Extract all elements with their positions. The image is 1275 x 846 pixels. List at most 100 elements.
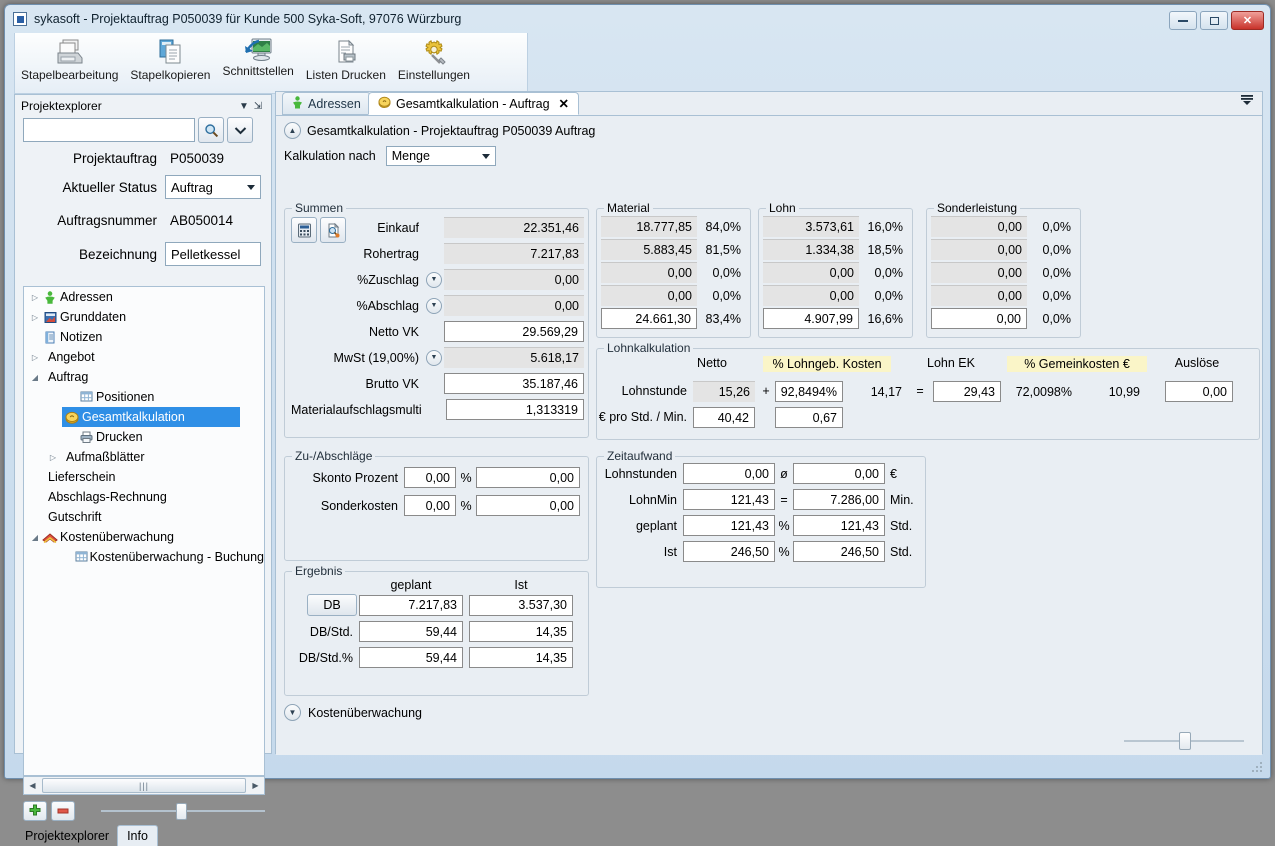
tab-adressen[interactable]: Adressen xyxy=(282,92,371,115)
lohngeb-pct-input[interactable]: 92,8494% xyxy=(775,381,843,402)
zuabschlaege-caption: Zu-/Abschläge xyxy=(292,449,375,463)
zuabschlaege-value-input[interactable]: 0,00 xyxy=(476,467,580,488)
twisty-collapsed-icon[interactable]: ▷ xyxy=(28,313,42,322)
canvas-zoom-slider[interactable] xyxy=(1124,731,1244,751)
cost-percent: 0,0% xyxy=(1030,216,1076,237)
scroll-thumb[interactable]: ||| xyxy=(42,778,246,793)
ergebnis-geplant[interactable]: 59,44 xyxy=(359,647,463,668)
zuabschlaege-percent-input[interactable]: 0,00 xyxy=(404,467,456,488)
ergebnis-geplant[interactable]: 59,44 xyxy=(359,621,463,642)
kostenueberwachung-expander[interactable]: ▼ Kostenüberwachung xyxy=(284,704,422,721)
tree-item-lieferschein[interactable]: Lieferschein xyxy=(24,467,264,487)
lohn-ek-input[interactable]: 29,43 xyxy=(933,381,1001,402)
toolbar-listen-drucken[interactable]: Listen Drucken xyxy=(300,33,392,82)
kalkulation-nach-select[interactable]: Menge xyxy=(386,146,496,166)
lohnstunde-netto: 15,26 xyxy=(693,381,755,402)
ergebnis-ist[interactable]: 3.537,30 xyxy=(469,595,573,616)
tab-gesamtkalkulation[interactable]: Gesamtkalkulation - Auftrag ✕ xyxy=(368,92,579,115)
tree-item-angebot[interactable]: ▷Angebot xyxy=(24,347,264,367)
toolbar-schnittstellen[interactable]: Schnittstellen xyxy=(216,33,299,78)
zuabschlaege-label: Sonderkosten xyxy=(285,499,404,513)
collapse-section-icon[interactable]: ▲ xyxy=(284,122,301,139)
status-select[interactable]: Auftrag xyxy=(165,175,261,199)
resize-grip[interactable] xyxy=(1252,762,1264,774)
zeitaufwand-value-1[interactable]: 121,43 xyxy=(683,515,775,536)
euro-pro-min-value[interactable]: 0,67 xyxy=(775,407,843,428)
slider-knob[interactable] xyxy=(1179,732,1191,750)
toolbar-stapelkopieren[interactable]: Stapelkopieren xyxy=(124,33,216,82)
ausloese-input[interactable]: 0,00 xyxy=(1165,381,1233,402)
tree-item-gesamtkalkulation[interactable]: Gesamtkalkulation xyxy=(62,407,240,427)
ergebnis-ist[interactable]: 14,35 xyxy=(469,647,573,668)
twisty-collapsed-icon[interactable]: ▷ xyxy=(46,453,60,462)
tab-info[interactable]: Info xyxy=(117,825,158,846)
summen-row-value[interactable]: 35.187,46 xyxy=(444,373,584,394)
row-dropdown-icon[interactable]: ▼ xyxy=(424,298,444,314)
zuabschlaege-value-input[interactable]: 0,00 xyxy=(476,495,580,516)
scroll-right-icon[interactable]: ▶ xyxy=(247,781,264,790)
zeitaufwand-value-1[interactable]: 0,00 xyxy=(683,463,775,484)
zuabschlaege-percent-input[interactable]: 0,00 xyxy=(404,495,456,516)
maximize-button[interactable] xyxy=(1200,11,1228,30)
lohnkalkulation-caption: Lohnkalkulation xyxy=(604,341,693,355)
twisty-collapsed-icon[interactable]: ▷ xyxy=(28,293,42,302)
tree-item-notizen[interactable]: Notizen xyxy=(24,327,264,347)
remove-button[interactable] xyxy=(51,801,75,821)
toolbar-stapelbearbeitung[interactable]: Stapelbearbeitung xyxy=(15,33,124,82)
chevron-down-icon[interactable]: ▼ xyxy=(237,101,251,112)
twisty-expanded-icon[interactable]: ◢ xyxy=(28,533,42,542)
db-button[interactable]: DB xyxy=(307,594,357,616)
add-button[interactable] xyxy=(23,801,47,821)
tree-item-aufma-bl-tter[interactable]: ▷Aufmaßblätter xyxy=(24,447,264,467)
tree-item-adressen[interactable]: ▷ Adressen xyxy=(24,287,264,307)
cost-row: 1.334,3818,5% xyxy=(763,239,908,260)
tree-item-gutschrift[interactable]: Gutschrift xyxy=(24,507,264,527)
zeitaufwand-value-2[interactable]: 246,50 xyxy=(793,541,885,562)
tree-item-positionen[interactable]: Positionen xyxy=(24,387,264,407)
tree-item-auftrag[interactable]: ◢Auftrag xyxy=(24,367,264,387)
scroll-left-icon[interactable]: ◀ xyxy=(24,781,41,790)
search-input[interactable] xyxy=(23,118,195,142)
toolbar-einstellungen[interactable]: Einstellungen xyxy=(392,33,476,82)
summen-row-value[interactable]: 1,313319 xyxy=(446,399,584,420)
project-tree[interactable]: ▷ Adressen ▷GrunddatenNotizen▷Angebot◢Auft… xyxy=(23,286,265,776)
cost-value[interactable]: 0,00 xyxy=(931,308,1027,329)
ergebnis-ist[interactable]: 14,35 xyxy=(469,621,573,642)
tree-item-kosten-berwachung-buchung[interactable]: Kostenüberwachung - Buchung xyxy=(24,547,264,567)
cost-value[interactable]: 4.907,99 xyxy=(763,308,859,329)
tree-item-label: Adressen xyxy=(60,290,113,304)
tab-projektexplorer[interactable]: Projektexplorer xyxy=(21,827,117,846)
field-bezeichnung: Bezeichnung Pelletkessel xyxy=(21,242,261,266)
chevron-down-icon[interactable]: ▼ xyxy=(284,704,301,721)
summen-row-value[interactable]: 29.569,29 xyxy=(444,321,584,342)
row-dropdown-icon[interactable]: ▼ xyxy=(424,350,444,366)
cost-value[interactable]: 24.661,30 xyxy=(601,308,697,329)
close-icon[interactable]: ✕ xyxy=(559,96,569,111)
tree-horizontal-scrollbar[interactable]: ◀ ||| ▶ xyxy=(23,776,265,795)
minimize-button[interactable] xyxy=(1169,11,1197,30)
tree-item-kosten-berwachung[interactable]: ◢Kostenüberwachung xyxy=(24,527,264,547)
zeitaufwand-value-1[interactable]: 246,50 xyxy=(683,541,775,562)
euro-pro-std-value[interactable]: 40,42 xyxy=(693,407,755,428)
slider-knob[interactable] xyxy=(176,803,187,820)
pin-icon[interactable]: ⇲ xyxy=(251,101,265,112)
summen-row: Rohertrag7.217,83 xyxy=(291,243,584,264)
search-icon[interactable] xyxy=(198,117,224,143)
tree-item-abschlags-rechnung[interactable]: Abschlags-Rechnung xyxy=(24,487,264,507)
zeitaufwand-value-2[interactable]: 7.286,00 xyxy=(793,489,885,510)
cost-value: 0,00 xyxy=(601,262,697,283)
zeitaufwand-value-2[interactable]: 0,00 xyxy=(793,463,885,484)
tree-item-drucken[interactable]: Drucken xyxy=(24,427,264,447)
bezeichnung-input[interactable]: Pelletkessel xyxy=(165,242,261,266)
zeitaufwand-value-1[interactable]: 121,43 xyxy=(683,489,775,510)
row-dropdown-icon[interactable]: ▼ xyxy=(424,272,444,288)
chevron-down-icon[interactable] xyxy=(227,117,253,143)
twisty-expanded-icon[interactable]: ◢ xyxy=(28,373,42,382)
ergebnis-geplant[interactable]: 7.217,83 xyxy=(359,595,463,616)
collapse-tabs-icon[interactable] xyxy=(1240,95,1254,108)
zeitaufwand-value-2[interactable]: 121,43 xyxy=(793,515,885,536)
twisty-collapsed-icon[interactable]: ▷ xyxy=(28,353,42,362)
explorer-zoom-slider[interactable] xyxy=(101,801,265,821)
tree-item-grunddaten[interactable]: ▷Grunddaten xyxy=(24,307,264,327)
close-button[interactable]: ✕ xyxy=(1231,11,1264,30)
